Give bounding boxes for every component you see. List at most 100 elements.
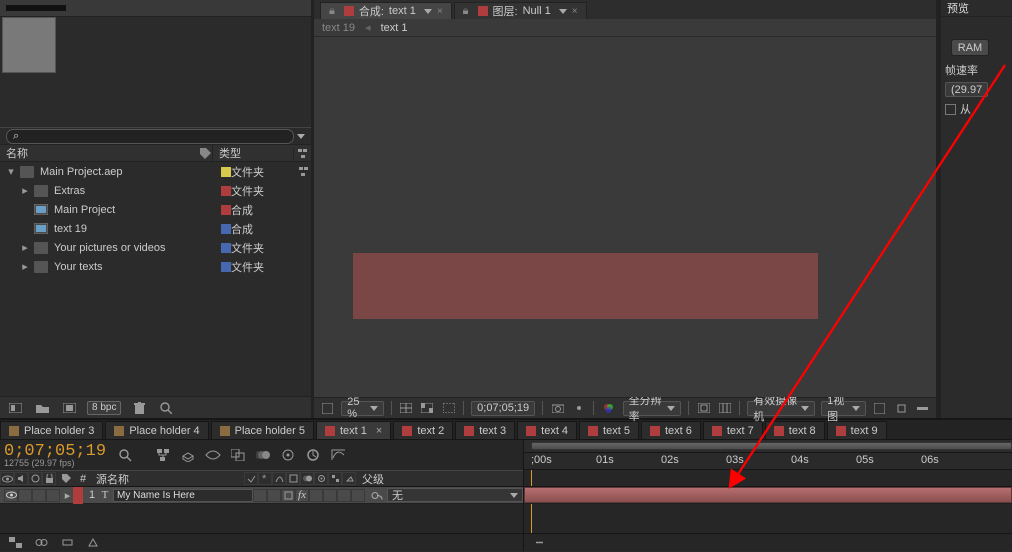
colhdr-audio-icon[interactable] [14, 472, 28, 485]
grid-icon[interactable] [717, 399, 732, 417]
layer-eye-icon[interactable] [4, 489, 18, 502]
timeline-track-area[interactable] [524, 470, 1012, 533]
colhdr-solo-icon[interactable] [28, 472, 42, 485]
tree-item-swatch[interactable] [221, 224, 231, 234]
motion-blur-icon[interactable] [254, 446, 272, 464]
tree-item[interactable]: ▸Your texts文件夹 [0, 257, 311, 276]
tree-item[interactable]: ▸Your pictures or videos文件夹 [0, 238, 311, 257]
colhdr-lock-icon[interactable] [42, 472, 56, 485]
layer-clip[interactable] [524, 487, 1012, 503]
timeline-icon[interactable] [915, 399, 930, 417]
project-column-headers[interactable]: 名称 类型 [0, 145, 311, 162]
snapshot-icon[interactable] [550, 399, 565, 417]
col-type[interactable]: 类型 [212, 145, 293, 161]
crumb-text1[interactable]: text 1 [381, 22, 408, 34]
layer-viewer-tab[interactable]: 🔒︎图层:Null 1× [454, 2, 587, 19]
toggle-transparency-icon[interactable] [420, 399, 435, 417]
graph-editor-icon[interactable] [329, 446, 347, 464]
comp-time[interactable]: 0;07;05;19 [471, 401, 535, 416]
layer-twisty[interactable]: ▸ [62, 489, 73, 502]
magnify-icon[interactable] [320, 399, 335, 417]
search-options-dropdown[interactable] [297, 134, 305, 139]
parent-pickwhip-icon[interactable] [371, 490, 383, 501]
colhdr-switches[interactable]: * [244, 472, 358, 485]
timeline-tab[interactable]: Place holder 3 [0, 421, 103, 439]
toggle-inout-icon[interactable] [58, 534, 76, 552]
tree-item-swatch[interactable] [221, 186, 231, 196]
timeline-overview[interactable] [524, 440, 1012, 453]
delete-icon[interactable] [130, 399, 148, 417]
from-current-checkbox[interactable] [945, 104, 956, 115]
ram-preview-button[interactable]: RAM [951, 39, 989, 56]
comp-resolution[interactable]: 全分辨率 [623, 401, 682, 416]
search-bin-icon[interactable] [157, 399, 175, 417]
tree-item-swatch[interactable] [221, 167, 231, 177]
layer-row[interactable]: ▸ 1 T fx [0, 487, 523, 504]
timeline-ruler[interactable]: ;00s01s02s03s04s05s06s [524, 453, 1012, 470]
flowchart-icon[interactable] [295, 166, 311, 177]
comp-views[interactable]: 1视图 [821, 401, 866, 416]
comp-mini-flowchart-icon[interactable] [154, 446, 172, 464]
col-tag-icon[interactable] [198, 146, 212, 160]
timeline-tab[interactable]: text 1× [316, 421, 391, 439]
timeline-tab[interactable]: text 2 [393, 421, 453, 439]
twisty-icon[interactable]: ▾ [6, 165, 16, 178]
toggle-switches-icon[interactable] [6, 534, 24, 552]
timeline-overview-bar[interactable] [531, 442, 1012, 450]
timeline-tab[interactable]: text 3 [455, 421, 515, 439]
tree-item[interactable]: Main Project合成 [0, 200, 311, 219]
project-tree[interactable]: ▾Main Project.aep文件夹▸Extras文件夹Main Proje… [0, 162, 311, 396]
lock-icon[interactable]: 🔒︎ [463, 5, 469, 18]
tree-item[interactable]: ▾Main Project.aep文件夹 [0, 162, 311, 181]
tree-item[interactable]: text 19合成 [0, 219, 311, 238]
toggle-render-icon[interactable] [84, 534, 102, 552]
new-folder-icon[interactable] [33, 399, 51, 417]
track-row[interactable] [524, 487, 1012, 504]
project-bpc[interactable]: 8 bpc [87, 401, 121, 415]
tree-item-swatch[interactable] [221, 205, 231, 215]
tab-menu-icon[interactable] [559, 9, 567, 14]
colhdr-eye-icon[interactable] [0, 472, 14, 485]
layer-lock-cell[interactable] [46, 489, 60, 502]
tab-menu-icon[interactable] [424, 9, 432, 14]
timeline-current-time[interactable]: 0;07;05;19 [4, 443, 106, 460]
autokey-icon[interactable] [304, 446, 322, 464]
tree-item-swatch[interactable] [221, 262, 231, 272]
hide-shy-icon[interactable] [204, 446, 222, 464]
colhdr-sourcename[interactable]: 源名称 [92, 471, 244, 487]
toggle-modes-icon[interactable] [32, 534, 50, 552]
pixel-aspect-icon[interactable] [872, 399, 887, 417]
timeline-tab[interactable]: Place holder 4 [105, 421, 208, 439]
roi-icon[interactable] [696, 399, 711, 417]
tl-search-icon[interactable] [116, 446, 134, 464]
comp-viewer-tab[interactable]: 🔒︎合成:text 1× [320, 2, 452, 19]
interpret-footage-icon[interactable] [6, 399, 24, 417]
toggle-mask-icon[interactable] [441, 399, 456, 417]
comp-zoom[interactable]: 25 % [341, 401, 384, 416]
twisty-icon[interactable]: ▸ [20, 241, 30, 254]
layer-name-input[interactable] [113, 489, 253, 502]
zoom-out-icon[interactable] [530, 534, 548, 552]
col-flowchart-icon[interactable] [293, 148, 311, 159]
channel-icon[interactable] [601, 399, 616, 417]
tree-item[interactable]: ▸Extras文件夹 [0, 181, 311, 200]
twisty-icon[interactable]: ▸ [20, 184, 30, 197]
fast-preview-icon[interactable] [894, 399, 909, 417]
draft3d-icon[interactable] [179, 446, 197, 464]
timeline-tab[interactable]: Place holder 5 [211, 421, 314, 439]
layer-switches[interactable]: fx [253, 489, 367, 502]
twisty-icon[interactable]: ▸ [20, 260, 30, 273]
close-icon[interactable]: × [572, 6, 578, 17]
layer-solo-cell[interactable] [32, 489, 46, 502]
frame-blend-icon[interactable] [229, 446, 247, 464]
timeline-tab[interactable]: text 4 [517, 421, 577, 439]
tree-item-swatch[interactable] [221, 243, 231, 253]
fps-value[interactable]: (29.97 [945, 82, 988, 97]
comp-breadcrumb[interactable]: text 19 ◂ text 1 [314, 19, 936, 37]
layer-label-swatch[interactable] [73, 487, 83, 504]
col-name[interactable]: 名称 [0, 145, 174, 161]
layer-audio-cell[interactable] [18, 489, 32, 502]
crumb-text19[interactable]: text 19 [322, 22, 355, 34]
comp-solid-layer[interactable] [353, 253, 818, 319]
comp-camera[interactable]: 有效摄像机 [747, 401, 815, 416]
